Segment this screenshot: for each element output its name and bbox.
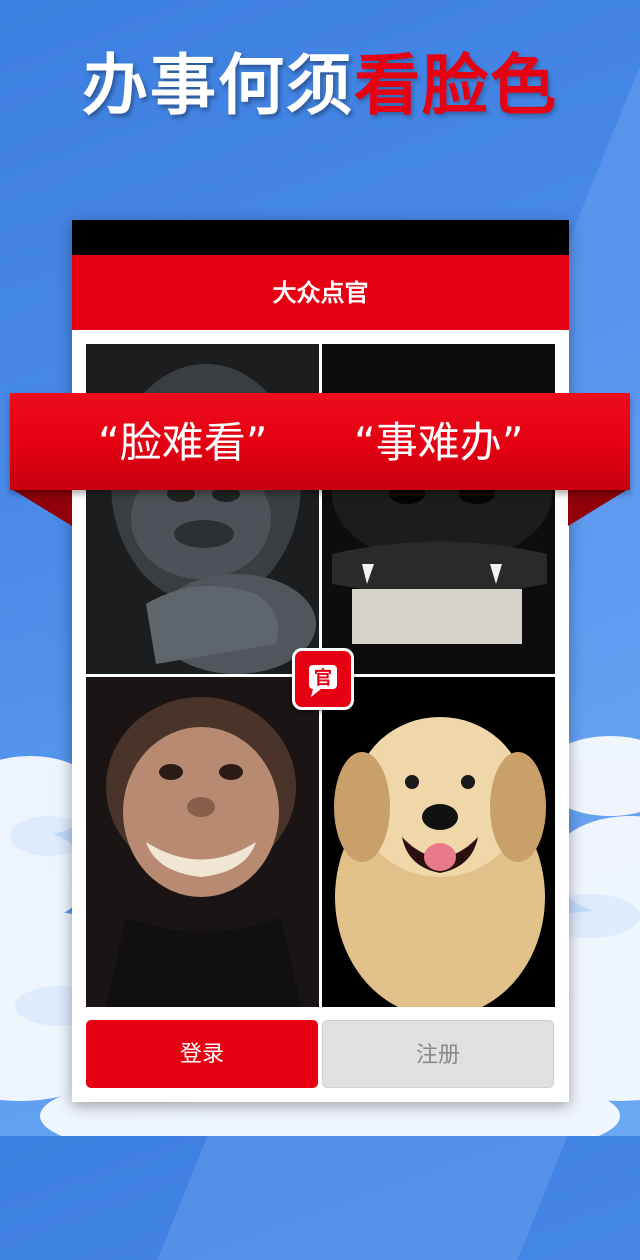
register-button[interactable]: 注册	[322, 1020, 554, 1088]
ribbon-right-text: “事难办”	[354, 418, 524, 467]
app-logo-icon: 官	[292, 648, 354, 710]
badge-glyph: 官	[314, 667, 332, 689]
headline-red-text: 看脸色	[354, 46, 558, 124]
promo-headline: 办事何须看脸色	[0, 40, 640, 130]
phone-mockup: 大众点官 官 登录 注册	[72, 220, 569, 1102]
chimpanzee-photo	[86, 677, 319, 1007]
login-button[interactable]: 登录	[86, 1020, 318, 1088]
status-bar	[72, 220, 569, 255]
app-title: 大众点官	[72, 255, 569, 330]
ribbon-left-text: “脸难看”	[98, 418, 268, 467]
ribbon-fold-right	[568, 488, 630, 526]
slogan-ribbon: “脸难看” “事难办”	[10, 393, 630, 490]
puppy-photo	[322, 677, 555, 1007]
ribbon-fold-left	[10, 488, 72, 526]
headline-white-text: 办事何须	[82, 46, 354, 124]
